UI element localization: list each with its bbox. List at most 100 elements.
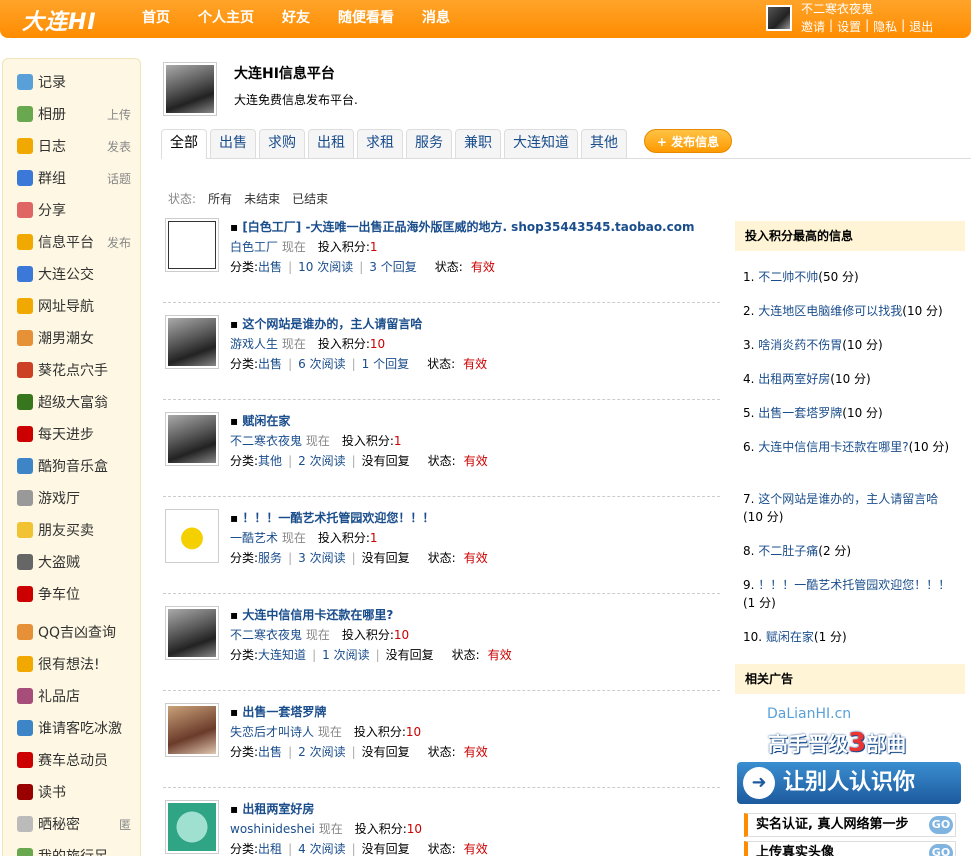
nav-browse[interactable]: 随便看看 (338, 0, 394, 38)
post-views[interactable]: 6 次阅读 (298, 357, 345, 371)
sidebar-item[interactable]: 朋友买卖 (17, 519, 137, 541)
nav-friends[interactable]: 好友 (282, 0, 310, 38)
tab-5[interactable]: 服务 (406, 129, 452, 158)
ranking-link[interactable]: 大连地区电脑维修可以找我 (758, 304, 902, 318)
post-category[interactable]: 服务 (258, 551, 282, 565)
ranking-link[interactable]: 出售一套塔罗牌 (758, 406, 842, 420)
post-author[interactable]: 不二寒衣夜鬼 (230, 434, 302, 448)
post-author[interactable]: woshinideshei (230, 822, 315, 836)
post-title[interactable]: 大连中信信用卡还款在哪里? (230, 606, 393, 623)
tab-1[interactable]: 出售 (210, 129, 256, 158)
ad-banner-know-you[interactable]: ➜ 让别人认识你 (737, 762, 961, 804)
post-views[interactable]: 1 次阅读 (322, 648, 369, 662)
sidebar-item[interactable]: 信息平台 发布 (17, 231, 137, 253)
filter-closed[interactable]: 已结束 (292, 190, 328, 207)
post-replies[interactable]: 3 个回复 (369, 260, 416, 274)
username[interactable]: 不二寒衣夜鬼 (801, 0, 873, 17)
post-category[interactable]: 出售 (258, 260, 282, 274)
sidebar-item[interactable]: 葵花点穴手 (17, 359, 137, 381)
privacy-link[interactable]: 隐私 (873, 18, 897, 35)
tab-0[interactable]: 全部 (161, 129, 207, 159)
filter-all[interactable]: 所有 (208, 190, 232, 207)
tab-3[interactable]: 出租 (308, 129, 354, 158)
sidebar-item[interactable]: 记录 (17, 71, 137, 93)
ad-realname[interactable]: 实名认证, 真人网络第一步 GO (744, 813, 956, 837)
sidebar-item[interactable]: 相册 上传 (17, 103, 137, 125)
sidebar-item[interactable]: 每天进步 (17, 423, 137, 445)
sidebar-item[interactable]: 我的旅行足 (17, 845, 137, 856)
post-replies[interactable]: 1 个回复 (362, 357, 409, 371)
go-button[interactable]: GO (929, 844, 953, 856)
post-title[interactable]: 这个网站是谁办的，主人请留言哈 (230, 315, 422, 332)
tab-6[interactable]: 兼职 (455, 129, 501, 158)
settings-link[interactable]: 设置 (837, 18, 861, 35)
post-thumbnail[interactable] (165, 218, 219, 272)
tab-2[interactable]: 求购 (259, 129, 305, 158)
post-author[interactable]: 失恋后才叫诗人 (230, 725, 314, 739)
sidebar-item[interactable]: 日志 发表 (17, 135, 137, 157)
post-author[interactable]: 一酷艺术 (230, 531, 278, 545)
post-title[interactable]: [白色工厂] -大连唯一出售正品海外版匡威的地方. shop35443545.t… (230, 218, 694, 235)
user-avatar[interactable] (766, 5, 792, 31)
post-category[interactable]: 大连知道 (258, 648, 306, 662)
invite-link[interactable]: 邀请 (801, 18, 825, 35)
post-title[interactable]: 赋闲在家 (230, 412, 290, 429)
ranking-link[interactable]: 赋闲在家 (766, 630, 814, 644)
sidebar-item[interactable]: 大盗贼 (17, 551, 137, 573)
post-views[interactable]: 10 次阅读 (298, 260, 353, 274)
ranking-link[interactable]: 啥消炎药不伤胃 (758, 338, 842, 352)
post-author[interactable]: 游戏人生 (230, 337, 278, 351)
post-thumbnail[interactable] (165, 703, 219, 757)
post-thumbnail[interactable] (165, 412, 219, 466)
sidebar-item-action[interactable]: 匿 (119, 816, 131, 833)
sidebar-item-action[interactable]: 上传 (107, 106, 131, 123)
sidebar-item[interactable]: 游戏厅 (17, 487, 137, 509)
post-views[interactable]: 3 次阅读 (298, 551, 345, 565)
post-views[interactable]: 2 次阅读 (298, 454, 345, 468)
post-thumbnail[interactable] (165, 606, 219, 660)
site-logo[interactable]: 大连HI (22, 4, 97, 36)
post-thumbnail[interactable] (165, 315, 219, 369)
tab-4[interactable]: 求租 (357, 129, 403, 158)
ranking-link[interactable]: ！！！一酷艺术托管园欢迎您！！！ (758, 578, 950, 592)
sidebar-item[interactable]: 超级大富翁 (17, 391, 137, 413)
filter-open[interactable]: 未结束 (244, 190, 280, 207)
post-thumbnail[interactable] (165, 800, 219, 854)
post-title[interactable]: ！！！一酷艺术托管园欢迎您！！！ (230, 509, 434, 526)
sidebar-item[interactable]: 礼品店 (17, 685, 137, 707)
ad-banner-levelup[interactable]: 高手晋级3部曲 (768, 728, 936, 758)
nav-messages[interactable]: 消息 (422, 0, 450, 38)
ad-domain[interactable]: DaLianHI.cn (767, 706, 851, 722)
sidebar-item[interactable]: 谁请客吃冰激 (17, 717, 137, 739)
sidebar-item[interactable]: 争车位 (17, 583, 137, 605)
post-author[interactable]: 不二寒衣夜鬼 (230, 628, 302, 642)
sidebar-item[interactable]: 赛车总动员 (17, 749, 137, 771)
nav-home[interactable]: 首页 (142, 0, 170, 38)
post-thumbnail[interactable] (165, 509, 219, 563)
sidebar-item-action[interactable]: 发布 (107, 234, 131, 251)
post-category[interactable]: 其他 (258, 454, 282, 468)
sidebar-item[interactable]: 群组 话题 (17, 167, 137, 189)
profile-avatar[interactable] (163, 62, 217, 116)
tab-7[interactable]: 大连知道 (504, 129, 578, 158)
ad-upload-avatar[interactable]: 上传真实头像 GO (744, 841, 956, 856)
ranking-link[interactable]: 不二肚子痛 (758, 544, 818, 558)
ranking-link[interactable]: 这个网站是谁办的，主人请留言哈 (758, 492, 938, 506)
logout-link[interactable]: 退出 (909, 18, 933, 35)
sidebar-item[interactable]: 酷狗音乐盒 (17, 455, 137, 477)
ranking-link[interactable]: 出租两室好房 (758, 372, 830, 386)
sidebar-item[interactable]: 网址导航 (17, 295, 137, 317)
post-category[interactable]: 出租 (258, 842, 282, 856)
post-title[interactable]: 出租两室好房 (230, 800, 314, 817)
post-category[interactable]: 出售 (258, 357, 282, 371)
sidebar-item[interactable]: QQ吉凶查询 (17, 621, 137, 643)
post-views[interactable]: 4 次阅读 (298, 842, 345, 856)
nav-profile[interactable]: 个人主页 (198, 0, 254, 38)
sidebar-item[interactable]: 大连公交 (17, 263, 137, 285)
sidebar-item[interactable]: 晒秘密 匿 (17, 813, 137, 835)
post-title[interactable]: 出售一套塔罗牌 (230, 703, 326, 720)
sidebar-item[interactable]: 很有想法! (17, 653, 137, 675)
go-button[interactable]: GO (929, 816, 953, 834)
post-category[interactable]: 出售 (258, 745, 282, 759)
sidebar-item-action[interactable]: 发表 (107, 138, 131, 155)
